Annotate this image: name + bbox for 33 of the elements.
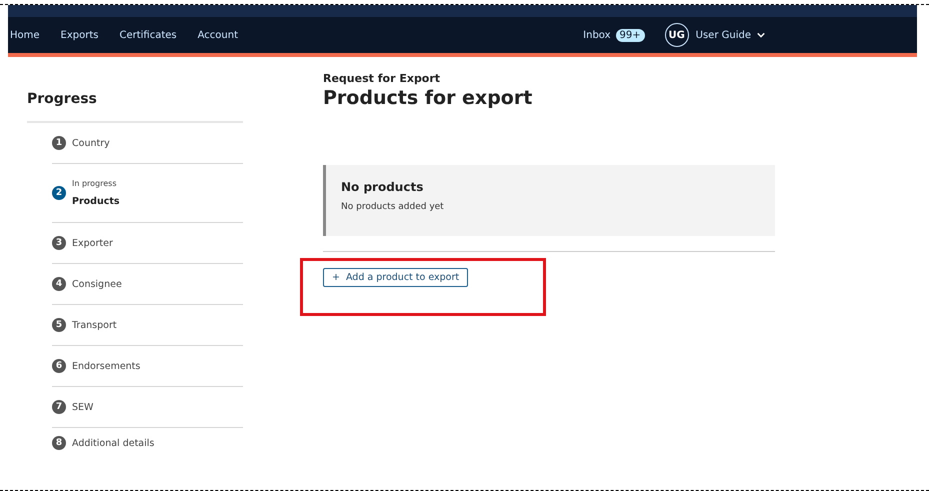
step-number: 5 (52, 318, 66, 332)
step-number: 7 (52, 400, 66, 414)
step-link[interactable]: Additional details (72, 438, 154, 448)
add-product-button[interactable]: + Add a product to export (323, 268, 468, 287)
sidebar-title: Progress (27, 91, 243, 123)
inbox-link[interactable]: Inbox (583, 30, 611, 40)
nav-link[interactable]: Account (198, 30, 238, 40)
step-link[interactable]: SEW (72, 402, 94, 412)
step-link[interactable]: Transport (72, 320, 117, 330)
step-link[interactable]: Country (72, 138, 110, 148)
notice-title: No products (341, 180, 424, 194)
step-link[interactable]: Exporter (72, 238, 113, 248)
step-link[interactable]: Endorsements (72, 360, 140, 372)
page-caption: Request for Export (323, 72, 442, 85)
nav-link[interactable]: Home (10, 30, 40, 40)
nav-link[interactable]: Certificates (119, 30, 177, 40)
step-number: 1 (52, 136, 66, 150)
step-status: In progress (72, 179, 118, 188)
count-badge: 99+ (616, 28, 645, 42)
step-number: 2 (52, 186, 66, 200)
notice-text: No products added yet (341, 202, 445, 212)
caret-icon (757, 32, 765, 38)
step-link[interactable]: Consignee (72, 278, 122, 290)
step-number: 3 (52, 236, 66, 250)
page-title: Products for export (323, 87, 534, 109)
plus-icon: + (332, 272, 340, 283)
step-link[interactable]: Products (72, 196, 120, 207)
step-number: 8 (52, 436, 66, 450)
user-avatar: UG (664, 23, 689, 47)
user-menu[interactable]: User Guide (696, 30, 765, 40)
step-number: 4 (52, 277, 66, 291)
nav-link[interactable]: Exports (60, 30, 98, 40)
step-number: 6 (52, 359, 66, 373)
